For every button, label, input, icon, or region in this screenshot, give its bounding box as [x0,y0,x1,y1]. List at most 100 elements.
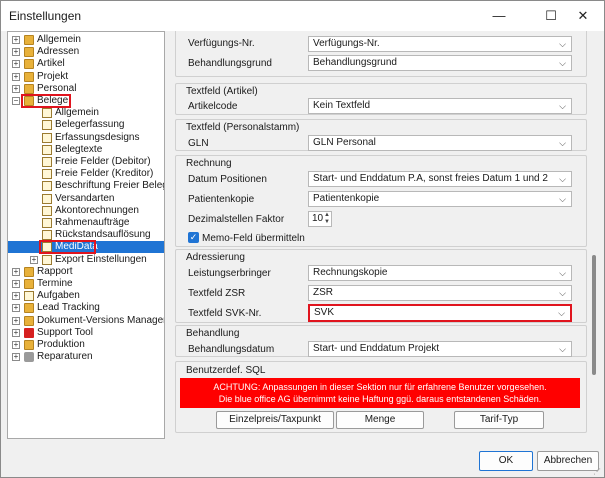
gln-combo[interactable]: GLN Personal ⌵ [308,135,572,151]
tree-subitem[interactable]: Freie Felder (Kreditor) [8,168,164,180]
expand-icon[interactable]: + [12,48,20,57]
vertical-scrollbar[interactable] [589,31,599,439]
tree-item[interactable]: + Termine [8,278,164,290]
resize-grip-icon[interactable]: ⋰ [593,467,601,476]
verfuegungs-combo[interactable]: Verfügungs-Nr. ⌵ [308,36,572,52]
tree-subitem[interactable]: Belegerfassung [8,119,164,131]
tree-item[interactable]: + Allgemein [8,34,164,46]
tree-subitem[interactable]: Beschriftung Freier Beleg [8,180,164,192]
scroll-thumb[interactable] [592,255,596,375]
chevron-down-icon: ⌵ [559,138,566,148]
tree-item[interactable]: + Support Tool [8,327,164,339]
tree-subitem[interactable]: Freie Felder (Debitor) [8,156,164,168]
document-icon [42,218,52,228]
settings-tree[interactable]: + Allgemein + Adressen + Artikel + Projekt + Pers… [7,31,165,439]
folder-icon [24,266,34,277]
zsr-combo[interactable]: ZSR ⌵ [308,285,572,301]
behandlungsdatum-label: Behandlungsdatum [188,344,275,355]
expand-icon[interactable]: + [12,292,20,301]
tree-item[interactable]: + Rapport [8,266,164,278]
patientenkopie-combo[interactable]: Patientenkopie ⌵ [308,191,572,207]
settings-window: Einstellungen — ☐ ✕ + Allgemein + Adressen +… [0,0,605,478]
tree-subitem[interactable]: Rahmenaufträge [8,217,164,229]
document-icon [42,157,52,167]
expand-icon[interactable]: + [12,72,20,81]
menge-button[interactable]: Menge [336,411,424,429]
tree-item[interactable]: + Produktion [8,339,164,351]
expand-icon[interactable]: + [12,36,20,44]
behandlungsgrund-combo[interactable]: Behandlungsgrund ⌵ [308,55,572,71]
document-icon [42,169,52,180]
expand-icon[interactable]: + [12,60,20,69]
tree-subitem[interactable]: Rückstandsauflösung [8,229,164,241]
dezimal-spinner[interactable]: 10 ▲ ▼ [308,211,332,227]
ok-button[interactable]: OK [479,451,533,471]
expand-icon[interactable]: + [12,353,20,362]
tree-subitem[interactable]: Versandarten [8,193,164,205]
leistungserbringer-label: Leistungserbringer [188,268,271,279]
tree-item[interactable]: + Adressen [8,46,164,58]
tree-item-belege[interactable]: − Belege [8,95,164,107]
tree-subitem[interactable]: Akontorechnungen [8,205,164,217]
einzelpreis-button[interactable]: Einzelpreis/Taxpunkt [216,411,334,429]
tree-subitem[interactable]: Belegtexte [8,144,164,156]
tree-subitem[interactable]: + Export Einstellungen [8,254,164,266]
document-icon [42,193,52,204]
spin-up-icon[interactable]: ▲ [323,212,331,219]
datum-positionen-combo[interactable]: Start- und Enddatum P.A, sonst freies Da… [308,171,572,187]
tree-item[interactable]: + Personal [8,83,164,95]
close-button[interactable]: ✕ [563,1,603,31]
folder-icon [24,340,34,350]
tree-item-label: Support Tool [37,326,93,338]
tree-item[interactable]: + Lead Tracking [8,302,164,314]
tree-item-label: Belegtexte [55,143,103,155]
leistungserbringer-combo[interactable]: Rechnungskopie ⌵ [308,265,572,281]
chevron-down-icon: ⌵ [559,344,566,354]
cancel-button[interactable]: Abbrechen [537,451,599,471]
expand-icon[interactable]: + [12,267,20,276]
tree-item[interactable]: + Artikel [8,58,164,70]
behandlungsdatum-combo[interactable]: Start- und Enddatum Projekt ⌵ [308,341,572,357]
artikelcode-combo[interactable]: Kein Textfeld ⌵ [308,98,572,114]
tree-subitem[interactable]: Allgemein [8,107,164,119]
collapse-icon[interactable]: − [12,97,20,105]
spin-down-icon[interactable]: ▼ [323,219,331,226]
tree-item[interactable]: + Dokument-Versions Manager [8,315,164,327]
document-icon [42,254,52,265]
expand-icon[interactable]: + [12,341,20,349]
section-title: Benutzerdef. SQL [186,365,266,376]
expand-icon[interactable]: + [30,255,38,264]
tree-item[interactable]: + Aufgaben [8,290,164,302]
tree-item-label: Versandarten [55,192,115,204]
folder-icon [24,59,34,70]
tree-item-medidata[interactable]: MediData [8,241,164,254]
tree-item[interactable]: + Projekt [8,71,164,83]
expand-icon[interactable]: + [12,84,20,93]
document-icon [42,144,52,155]
dezimal-label: Dezimalstellen Faktor [188,214,285,225]
tree-subitem[interactable]: Erfassungsdesigns [8,132,164,144]
tarif-typ-button[interactable]: Tarif-Typ [454,411,544,429]
expand-icon[interactable]: + [12,304,20,313]
patientenkopie-value: Patientenkopie [313,193,380,204]
folder-icon [24,315,34,326]
section-title: Rechnung [186,158,232,169]
folder-icon [24,279,34,289]
settings-panel: Verfügungs-Nr. Verfügungs-Nr. ⌵ Behandlun… [169,31,599,439]
zsr-value: ZSR [313,287,333,298]
expand-icon[interactable]: + [12,328,20,337]
zsr-label: Textfeld ZSR [188,288,246,299]
chevron-down-icon: ⌵ [559,101,566,111]
memo-checkbox[interactable]: ✓ [188,232,199,243]
document-icon [42,181,52,192]
artikelcode-label: Artikelcode [188,101,238,112]
tree-item-label: Akontorechnungen [55,204,139,216]
verfuegungs-label: Verfügungs-Nr. [188,38,255,49]
chevron-down-icon: ⌵ [559,194,566,204]
expand-icon[interactable]: + [12,280,20,288]
tree-item[interactable]: + Reparaturen [8,351,164,363]
svk-combo[interactable]: SVK ⌵ [308,304,572,322]
minimize-button[interactable]: — [479,1,519,31]
expand-icon[interactable]: + [12,316,20,325]
datum-positionen-value: Start- und Enddatum P.A, sonst freies Da… [313,173,548,184]
